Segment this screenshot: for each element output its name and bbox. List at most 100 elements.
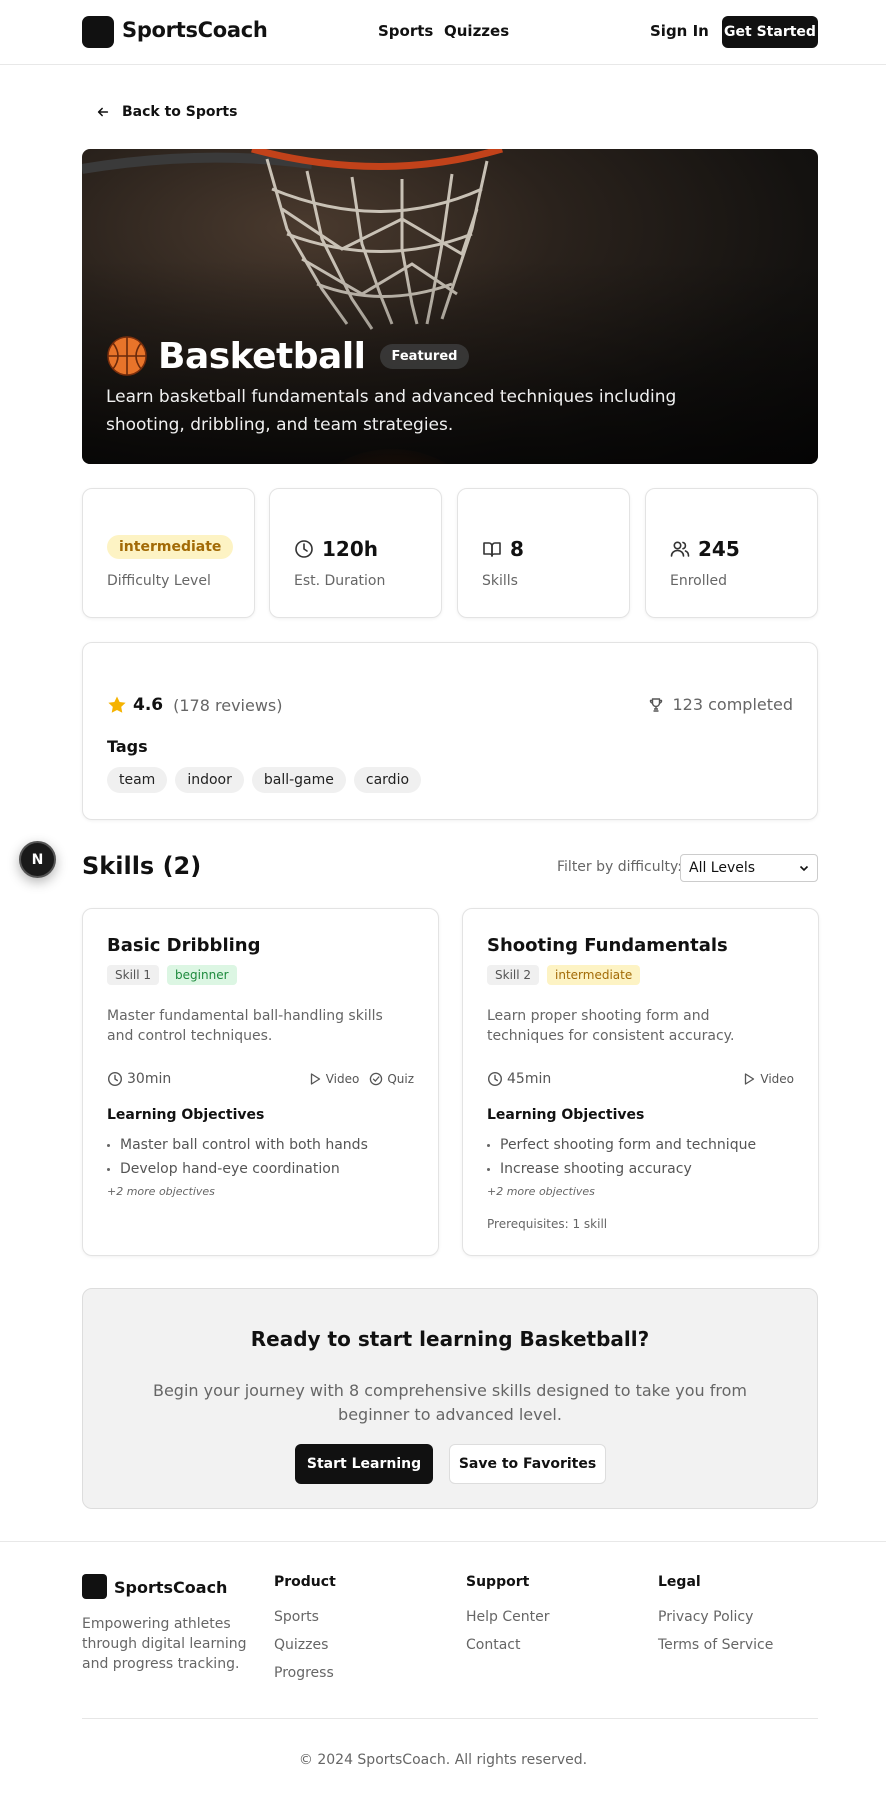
copyright-text: © 2024 SportsCoach. All rights reserved. (298, 1752, 588, 1768)
skill-title[interactable]: Basic Dribbling (107, 935, 260, 956)
tag-chip[interactable]: cardio (353, 767, 422, 793)
objectives-heading: Learning Objectives (107, 1107, 265, 1123)
brand-logo[interactable] (82, 16, 114, 48)
cta-description: Begin your journey with 8 comprehensive … (152, 1381, 747, 1424)
skill-level-badge: beginner (167, 965, 237, 985)
prerequisites-note: Prerequisites: 1 skill (487, 1217, 608, 1231)
skill-number-badge: Skill 1 (107, 965, 160, 985)
basketball-icon (107, 336, 147, 376)
floating-n-button[interactable]: N (19, 841, 56, 878)
stat-card-difficulty: intermediate Difficulty Level (82, 488, 255, 618)
back-to-sports-link[interactable]: Back to Sports (96, 104, 237, 120)
brand-name[interactable]: SportsCoach (122, 18, 268, 42)
difficulty-filter-value: All Levels (689, 860, 756, 876)
sign-in-link[interactable]: Sign In (650, 22, 709, 40)
more-objectives-note: +2 more objectives (487, 1185, 595, 1198)
clock-icon (295, 540, 313, 558)
footer-link-terms-of-service[interactable]: Terms of Service (658, 1637, 773, 1653)
skill-card-shooting-fundamentals[interactable]: Shooting Fundamentals Skill 2 intermedia… (462, 908, 819, 1256)
rating-tags-card: 4.6 (178 reviews) 123 completed Tags tea… (82, 642, 818, 820)
cta-title: Ready to start learning Basketball? (250, 1327, 650, 1351)
footer-link-sports[interactable]: Sports (274, 1609, 319, 1625)
stat-value-skills: 8 (510, 537, 524, 561)
tag-chip[interactable]: team (107, 767, 168, 793)
skill-media: Video (742, 1072, 794, 1086)
check-circle-icon (370, 1072, 383, 1086)
objectives-heading: Learning Objectives (487, 1107, 645, 1123)
skill-description: Learn proper shooting form and technique… (487, 1008, 735, 1044)
skill-card-basic-dribbling[interactable]: Basic Dribbling Skill 1 beginner Master … (82, 908, 439, 1256)
skill-level-badge: intermediate (547, 965, 641, 985)
nav-sports[interactable]: Sports (378, 22, 433, 40)
featured-badge: Featured (379, 343, 470, 369)
skill-title[interactable]: Shooting Fundamentals (487, 935, 728, 956)
objectives-list: Master ball control with both hands Deve… (107, 1133, 368, 1181)
more-objectives-note: +2 more objectives (107, 1185, 215, 1198)
skill-duration-value: 45min (507, 1071, 552, 1087)
skill-badges: Skill 2 intermediate (487, 965, 641, 985)
footer-support-heading: Support (466, 1574, 530, 1590)
sport-description: Learn basketball fundamentals and advanc… (106, 387, 677, 435)
difficulty-filter-label: Filter by difficulty: (557, 859, 682, 875)
video-label: Video (325, 1072, 360, 1086)
skill-badges: Skill 1 beginner (107, 965, 237, 985)
rating-summary: 4.6 (178 reviews) (107, 695, 282, 715)
objectives-list: Perfect shooting form and technique Incr… (487, 1133, 756, 1181)
play-icon (745, 1073, 755, 1085)
footer-link-progress[interactable]: Progress (274, 1665, 334, 1681)
rating-score: 4.6 (133, 695, 164, 715)
play-icon (310, 1073, 320, 1085)
footer-link-contact[interactable]: Contact (466, 1637, 520, 1653)
chevron-down-icon (799, 865, 809, 872)
skill-number-badge: Skill 2 (487, 965, 540, 985)
sport-hero-banner: Basketball Featured Learn basketball fun… (82, 149, 818, 464)
stat-card-duration: 120h Est. Duration (269, 488, 442, 618)
footer-divider (82, 1718, 818, 1719)
video-indicator: Video (742, 1072, 794, 1086)
tag-chip[interactable]: indoor (175, 767, 244, 793)
skill-meta: 30min Video Quiz (107, 1071, 414, 1087)
skill-duration: 45min (487, 1071, 551, 1087)
stat-label-skills: Skills (482, 573, 518, 589)
trophy-icon (650, 697, 663, 712)
nav-quizzes[interactable]: Quizzes (444, 22, 509, 40)
tag-list: team indoor ball-game cardio (107, 767, 422, 793)
video-indicator: Video (308, 1072, 360, 1086)
footer-link-privacy-policy[interactable]: Privacy Policy (658, 1609, 753, 1625)
start-learning-button[interactable]: Start Learning (295, 1444, 433, 1484)
objective-item: Increase shooting accuracy (487, 1157, 756, 1181)
objective-item: Develop hand-eye coordination (107, 1157, 368, 1181)
clock-icon (487, 1071, 503, 1087)
difficulty-badge: intermediate (107, 535, 234, 559)
footer-legal-heading: Legal (658, 1574, 701, 1590)
footer-brand-logo (82, 1574, 107, 1599)
difficulty-filter-select[interactable]: All Levels (680, 854, 818, 882)
stat-value-enrolled: 245 (698, 537, 740, 561)
footer-product-heading: Product (274, 1574, 336, 1590)
completed-label: 123 completed (672, 695, 793, 714)
star-icon (108, 696, 126, 713)
footer-tagline: Empowering athletes through digital lear… (82, 1616, 247, 1672)
footer-divider-top (0, 1541, 886, 1542)
stat-label-duration: Est. Duration (294, 573, 386, 589)
tag-chip[interactable]: ball-game (251, 767, 346, 793)
stat-card-enrolled: 245 Enrolled (645, 488, 818, 618)
footer-link-help-center[interactable]: Help Center (466, 1609, 550, 1625)
stat-card-skills: 8 Skills (457, 488, 630, 618)
footer-link-quizzes[interactable]: Quizzes (274, 1637, 328, 1653)
skill-duration-value: 30min (127, 1071, 172, 1087)
top-navbar: SportsCoach Sports Quizzes Sign In Get S… (0, 0, 886, 65)
skill-description: Master fundamental ball-handling skills … (107, 1008, 383, 1044)
skill-duration: 30min (107, 1071, 171, 1087)
book-icon (483, 542, 501, 557)
get-started-button[interactable]: Get Started (722, 16, 818, 48)
rating-review-count: (178 reviews) (173, 695, 283, 715)
skill-meta: 45min Video (487, 1071, 794, 1087)
start-learning-cta: Ready to start learning Basketball? Begi… (82, 1288, 818, 1509)
save-to-favorites-button[interactable]: Save to Favorites (449, 1444, 606, 1484)
sport-title: Basketball (158, 335, 366, 377)
skills-section-title: Skills (2) (82, 852, 202, 880)
completed-count: 123 completed (648, 695, 793, 714)
users-icon (670, 541, 690, 557)
quiz-label: Quiz (387, 1072, 414, 1086)
